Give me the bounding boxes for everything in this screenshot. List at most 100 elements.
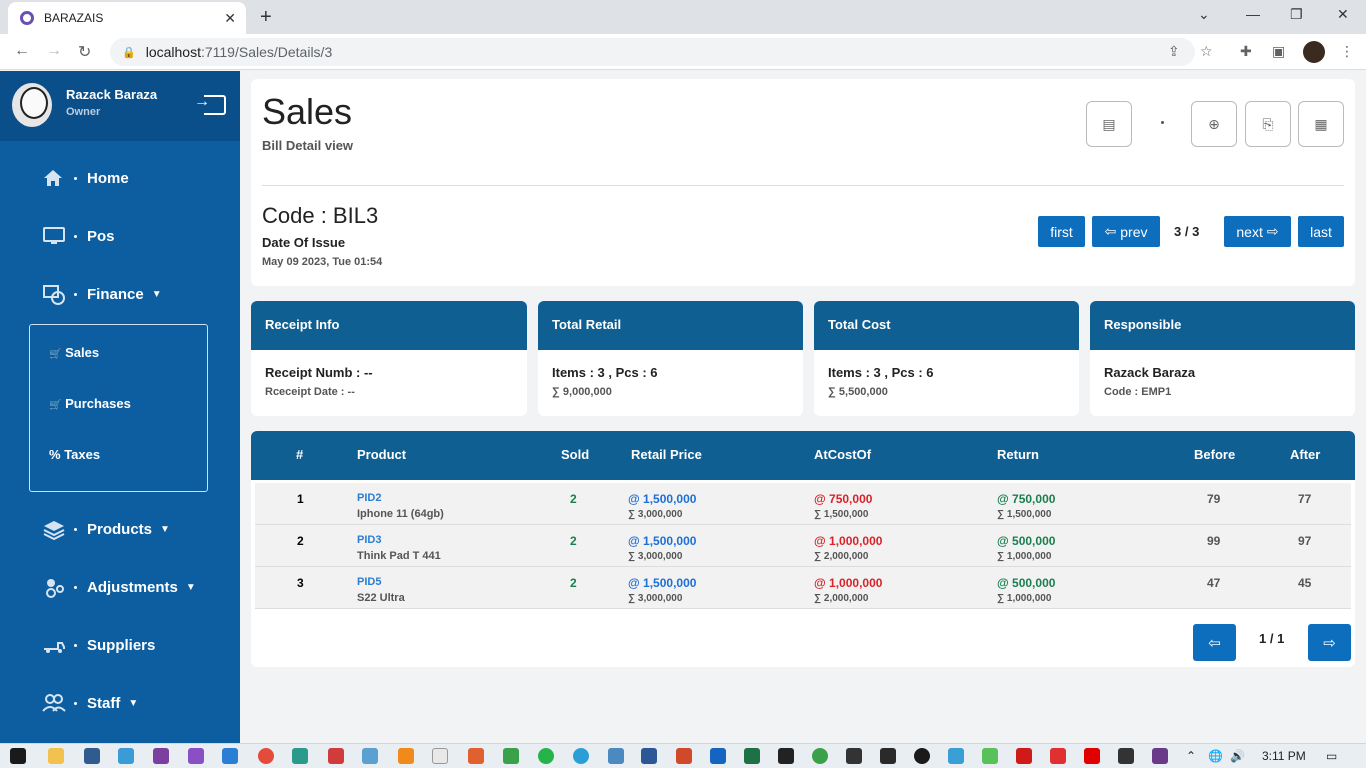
app-icon[interactable] [948, 748, 964, 764]
app-icon[interactable] [812, 748, 828, 764]
url-bar[interactable]: 🔒 localhost:7119/Sales/Details/3 [110, 38, 1195, 66]
next-button[interactable]: next ⇨ [1224, 216, 1291, 247]
sidebar-item-suppliers[interactable]: Suppliers [42, 630, 155, 660]
terminal-icon[interactable] [846, 748, 862, 764]
logout-icon[interactable] [194, 93, 226, 115]
sidebar-item-staff[interactable]: Staff ▼ [42, 688, 138, 718]
product-id-link[interactable]: PID5 [357, 576, 381, 588]
outlook-icon[interactable] [710, 748, 726, 764]
pdf-icon[interactable] [1016, 748, 1032, 764]
app-icon[interactable] [914, 748, 930, 764]
sidebar-item-pos[interactable]: Pos [42, 221, 115, 251]
document-icon[interactable]: ▦ [1298, 101, 1344, 147]
app-icon[interactable] [118, 748, 134, 764]
monitor-icon [42, 226, 66, 246]
back-icon[interactable]: ← [14, 42, 30, 60]
extensions-icon[interactable]: ✚ [1240, 43, 1252, 60]
arrow-left-circle-icon: ⇦ [1208, 634, 1221, 652]
volume-icon[interactable]: 🔊 [1230, 749, 1245, 763]
new-tab-icon[interactable]: + [260, 6, 272, 29]
product-id-link[interactable]: PID2 [357, 492, 381, 504]
powerpoint-icon[interactable] [676, 748, 692, 764]
submenu-item-sales[interactable]: 🛒 Sales [49, 345, 99, 360]
submenu-item-taxes[interactable]: % Taxes [49, 447, 100, 462]
youtube-icon[interactable] [1084, 748, 1100, 764]
info-card-responsible: Responsible Razack Baraza Code : EMP1 [1090, 301, 1355, 416]
app-icon[interactable] [608, 748, 624, 764]
finance-icon [42, 284, 66, 305]
return-price: @ 750,000 [997, 492, 1056, 506]
retail-sum: ∑ 3,000,000 [628, 509, 683, 520]
table-prev-page-button[interactable]: ⇦ [1193, 624, 1236, 661]
app-icon[interactable] [778, 748, 794, 764]
menu-icon[interactable]: ⋮ [1340, 43, 1354, 60]
browser-tab[interactable]: BARAZAIS ✕ [8, 2, 246, 34]
reload-icon[interactable]: ↻ [78, 42, 91, 62]
app-icon[interactable] [1152, 748, 1168, 764]
sidebar-item-finance[interactable]: Finance ▼ [42, 279, 162, 309]
app-icon[interactable] [84, 748, 100, 764]
whatsapp-icon[interactable] [538, 748, 554, 764]
bookmark-star-icon[interactable]: ☆ [1200, 43, 1213, 60]
sidebar-item-adjustments[interactable]: Adjustments ▼ [42, 572, 196, 602]
chevron-down-icon: ▼ [185, 581, 196, 593]
tray-chevron-icon[interactable]: ⌃ [1186, 749, 1196, 763]
edge-icon[interactable] [292, 748, 308, 764]
app-icon[interactable] [328, 748, 344, 764]
app-icon[interactable] [468, 748, 484, 764]
telegram-icon[interactable] [573, 748, 589, 764]
restore-icon[interactable]: ❐ [1290, 6, 1303, 23]
vlc-icon[interactable] [398, 748, 414, 764]
sidebar-item-home[interactable]: Home [42, 163, 129, 193]
arrow-left-circle-icon: ⇦ [1104, 223, 1117, 239]
profile-avatar[interactable] [1303, 41, 1325, 63]
submenu-item-purchases[interactable]: 🛒 Purchases [49, 396, 131, 411]
globe-icon[interactable]: 🌐 [1208, 749, 1223, 763]
prev-button[interactable]: ⇦ prev [1092, 216, 1160, 247]
app-icon[interactable] [362, 748, 378, 764]
app-icon[interactable] [880, 748, 896, 764]
sidebar-item-products[interactable]: Products ▼ [42, 514, 170, 544]
app-icon[interactable] [432, 748, 448, 764]
vscode-icon[interactable] [222, 748, 238, 764]
app-icon[interactable] [153, 748, 169, 764]
app-icon[interactable] [1050, 748, 1066, 764]
app-icon[interactable] [503, 748, 519, 764]
app-icon[interactable] [982, 748, 998, 764]
last-button[interactable]: last [1298, 216, 1344, 247]
date-of-issue-value: May 09 2023, Tue 01:54 [262, 256, 383, 268]
sidepanel-icon[interactable]: ▣ [1272, 43, 1285, 60]
add-icon[interactable]: ⊕ [1191, 101, 1237, 147]
visual-studio-icon[interactable] [188, 748, 204, 764]
close-window-icon[interactable]: ✕ [1337, 6, 1349, 23]
start-icon[interactable] [10, 748, 26, 764]
column-header: Return [997, 447, 1039, 462]
layout-icon[interactable]: ▤ [1086, 101, 1132, 147]
share-icon[interactable]: ⇪ [1168, 43, 1180, 60]
excel-icon[interactable] [744, 748, 760, 764]
stock-before: 99 [1207, 534, 1221, 548]
browser-tabbar: BARAZAIS ✕ + ⌄ — ❐ ✕ [0, 0, 1366, 34]
app-icon[interactable] [1118, 748, 1134, 764]
table-next-page-button[interactable]: ⇨ [1308, 624, 1351, 661]
product-id-link[interactable]: PID3 [357, 534, 381, 546]
file-explorer-icon[interactable] [48, 748, 64, 764]
lock-icon: 🔒 [122, 46, 136, 59]
notifications-icon[interactable]: ▭ [1326, 749, 1337, 763]
minimize-icon[interactable]: — [1246, 6, 1260, 22]
bookmark-icon[interactable]: ⎘ [1245, 101, 1291, 147]
word-icon[interactable] [641, 748, 657, 764]
user-name: Razack Baraza [66, 87, 158, 102]
chevron-down-icon: ▼ [160, 523, 170, 535]
return-sum: ∑ 1,000,000 [997, 593, 1052, 604]
first-button[interactable]: first [1038, 216, 1085, 247]
forward-icon[interactable]: → [46, 42, 62, 60]
return-price: @ 500,000 [997, 534, 1056, 548]
chrome-icon[interactable] [258, 748, 274, 764]
info-card-title: Total Cost [814, 301, 1079, 350]
tab-search-icon[interactable]: ⌄ [1198, 6, 1210, 23]
retail-price: @ 1,500,000 [628, 492, 697, 506]
close-tab-icon[interactable]: ✕ [224, 10, 236, 27]
clock-time[interactable]: 3:11 PM [1262, 749, 1306, 763]
column-header: Sold [561, 447, 590, 462]
